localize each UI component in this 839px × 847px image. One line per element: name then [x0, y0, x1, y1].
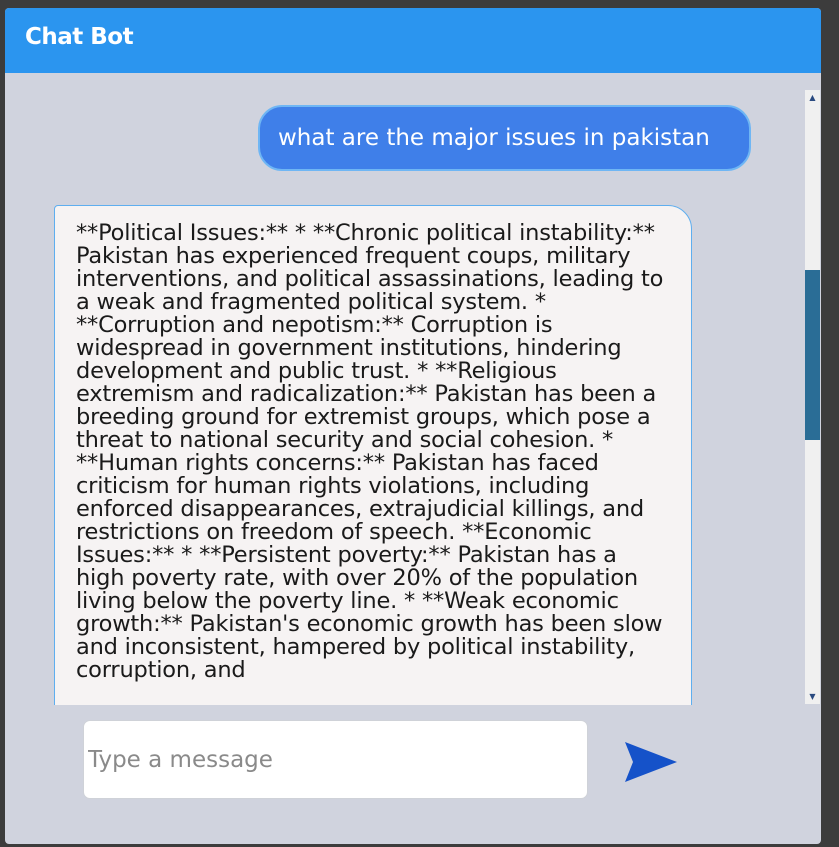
chat-title: Chat Bot [25, 24, 134, 50]
chat-window: Chat Bot what are the major issues in pa… [5, 8, 821, 844]
chat-header: Chat Bot [5, 8, 821, 73]
message-scrollbar[interactable]: ▲ ▼ [805, 90, 820, 704]
scroll-down-arrow-icon[interactable]: ▼ [805, 689, 820, 704]
user-message: what are the major issues in pakistan [258, 105, 751, 171]
message-list[interactable]: what are the major issues in pakistan **… [5, 73, 821, 705]
message-input[interactable] [83, 720, 588, 799]
bot-message: **Political Issues:** * **Chronic politi… [54, 205, 692, 705]
scroll-up-arrow-icon[interactable]: ▲ [805, 90, 820, 105]
send-button[interactable] [622, 738, 680, 786]
scrollbar-thumb[interactable] [805, 270, 820, 440]
send-arrow-icon [625, 742, 677, 782]
